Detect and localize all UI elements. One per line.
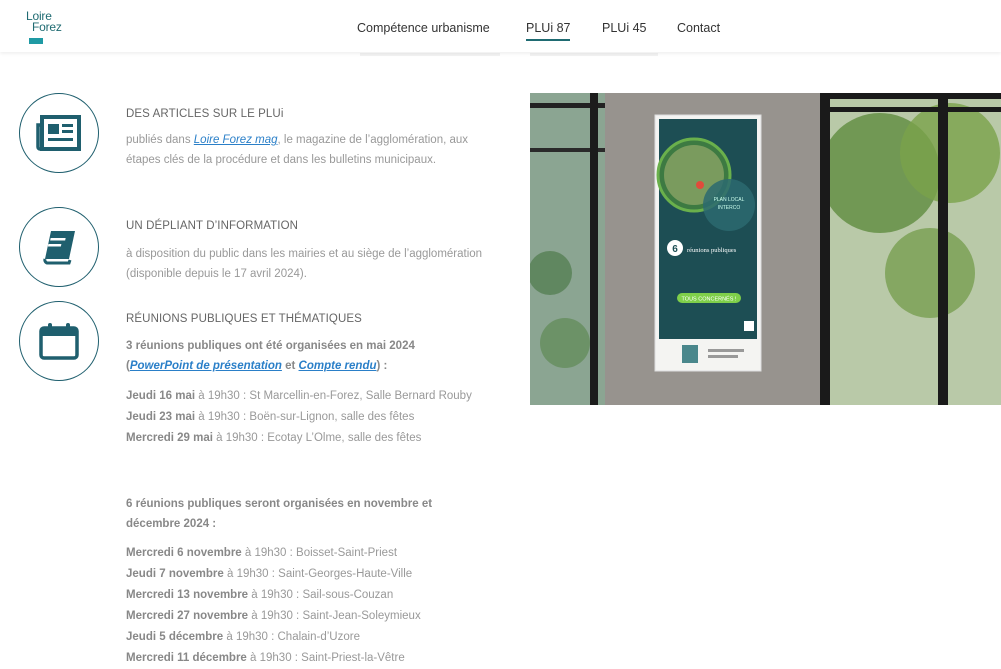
newspaper-icon xyxy=(19,93,99,173)
event-dec-5: Jeudi 5 décembre à 19h30 : Chalain-d’Uzo… xyxy=(126,627,496,648)
event-date: Jeudi 7 novembre xyxy=(126,568,224,580)
event-detail: à 19h30 : St Marcellin-en-Forez, Salle B… xyxy=(195,390,472,402)
may-events-list: Jeudi 16 mai à 19h30 : St Marcellin-en-F… xyxy=(126,386,476,449)
event-nov-6: Mercredi 6 novembre à 19h30 : Boisset-Sa… xyxy=(126,543,496,564)
depliant-title: UN DÉPLIANT D’INFORMATION xyxy=(126,220,299,232)
event-detail: à 19h30 : Chalain-d’Uzore xyxy=(223,631,360,643)
event-detail: à 19h30 : Boën-sur-Lignon, salle des fêt… xyxy=(195,411,415,423)
event-date: Mercredi 13 novembre xyxy=(126,589,249,601)
event-may-16: Jeudi 16 mai à 19h30 : St Marcellin-en-F… xyxy=(126,386,476,407)
site-header: Loire Forez Compétence urbanisme PLUi 87… xyxy=(0,0,1001,52)
poster-button: TOUS CONCERNÉS ! xyxy=(682,296,737,303)
event-nov-13: Mercredi 13 novembre à 19h30 : Sail-sous… xyxy=(126,585,496,606)
nav-plui-45[interactable]: PLUi 45 xyxy=(602,21,646,35)
reunions-may-intro: 3 réunions publiques ont été organisées … xyxy=(126,336,496,376)
depliant-text: à disposition du public dans les mairies… xyxy=(126,248,483,280)
event-detail: à 19h30 : Ecotay L’Olme, salle des fêtes xyxy=(212,432,422,444)
may-intro-line: 3 réunions publiques ont été organisées … xyxy=(126,340,415,352)
calendar-icon xyxy=(19,301,99,381)
event-date: Jeudi 5 décembre xyxy=(126,631,224,643)
event-detail: à 19h30 : Saint-Jean-Soleymieux xyxy=(248,610,421,622)
nav-underline-shadow xyxy=(360,53,500,56)
compte-rendu-link[interactable]: Compte rendu xyxy=(299,360,377,372)
nav-plui-87[interactable]: PLUi 87 xyxy=(526,21,571,41)
event-detail: à 19h30 : Sail-sous-Couzan xyxy=(248,589,394,601)
event-nov-7: Jeudi 7 novembre à 19h30 : Saint-Georges… xyxy=(126,564,496,585)
articles-title: DES ARTICLES SUR LE PLUi xyxy=(126,108,284,120)
poster-photo: PLAN LOCAL INTERCO 6 réunions publiques … xyxy=(530,93,1001,405)
nav-competence-urbanisme[interactable]: Compétence urbanisme xyxy=(357,21,490,35)
nav-underline-shadow-2 xyxy=(530,53,658,56)
nov-events-list: Mercredi 6 novembre à 19h30 : Boisset-Sa… xyxy=(126,543,496,669)
event-date: Mercredi 27 novembre xyxy=(126,610,249,622)
event-date: Jeudi 16 mai xyxy=(126,390,196,402)
svg-text:PLAN LOCAL: PLAN LOCAL xyxy=(714,197,745,203)
event-detail: à 19h30 : Saint-Priest-la-Vêtre xyxy=(246,652,405,664)
event-nov-27: Mercredi 27 novembre à 19h30 : Saint-Jea… xyxy=(126,606,496,627)
reunions-title: RÉUNIONS PUBLIQUES ET THÉMATIQUES xyxy=(126,313,362,325)
paren-close: ) : xyxy=(376,360,388,372)
articles-text: publiés dans Loire Forez mag, le magazin… xyxy=(126,130,496,170)
main-nav: Compétence urbanisme PLUi 87 PLUi 45 Con… xyxy=(0,21,1001,41)
event-date: Mercredi 29 mai xyxy=(126,432,213,444)
nav-contact[interactable]: Contact xyxy=(677,21,720,35)
poster-number: 6 xyxy=(672,244,678,255)
event-date: Mercredi 11 décembre xyxy=(126,652,247,664)
nov-intro: 6 réunions publiques seront organisées e… xyxy=(126,498,433,530)
event-may-23: Jeudi 23 mai à 19h30 : Boën-sur-Lignon, … xyxy=(126,407,476,428)
book-icon xyxy=(19,207,99,287)
event-may-29: Mercredi 29 mai à 19h30 : Ecotay L’Olme,… xyxy=(126,428,476,449)
event-detail: à 19h30 : Saint-Georges-Haute-Ville xyxy=(223,568,413,580)
event-date: Mercredi 6 novembre xyxy=(126,547,242,559)
loire-forez-mag-link[interactable]: Loire Forez mag xyxy=(194,134,278,146)
powerpoint-link[interactable]: PowerPoint de présentation xyxy=(130,360,282,372)
poster-headline: réunions publiques xyxy=(687,247,737,254)
event-detail: à 19h30 : Boisset-Saint-Priest xyxy=(241,547,398,559)
may-links-line: (PowerPoint de présentation et Compte re… xyxy=(126,356,496,376)
and-text: et xyxy=(281,360,299,372)
event-date: Jeudi 23 mai xyxy=(126,411,196,423)
articles-text-before: publiés dans xyxy=(126,134,194,146)
svg-text:INTERCO: INTERCO xyxy=(718,205,741,211)
